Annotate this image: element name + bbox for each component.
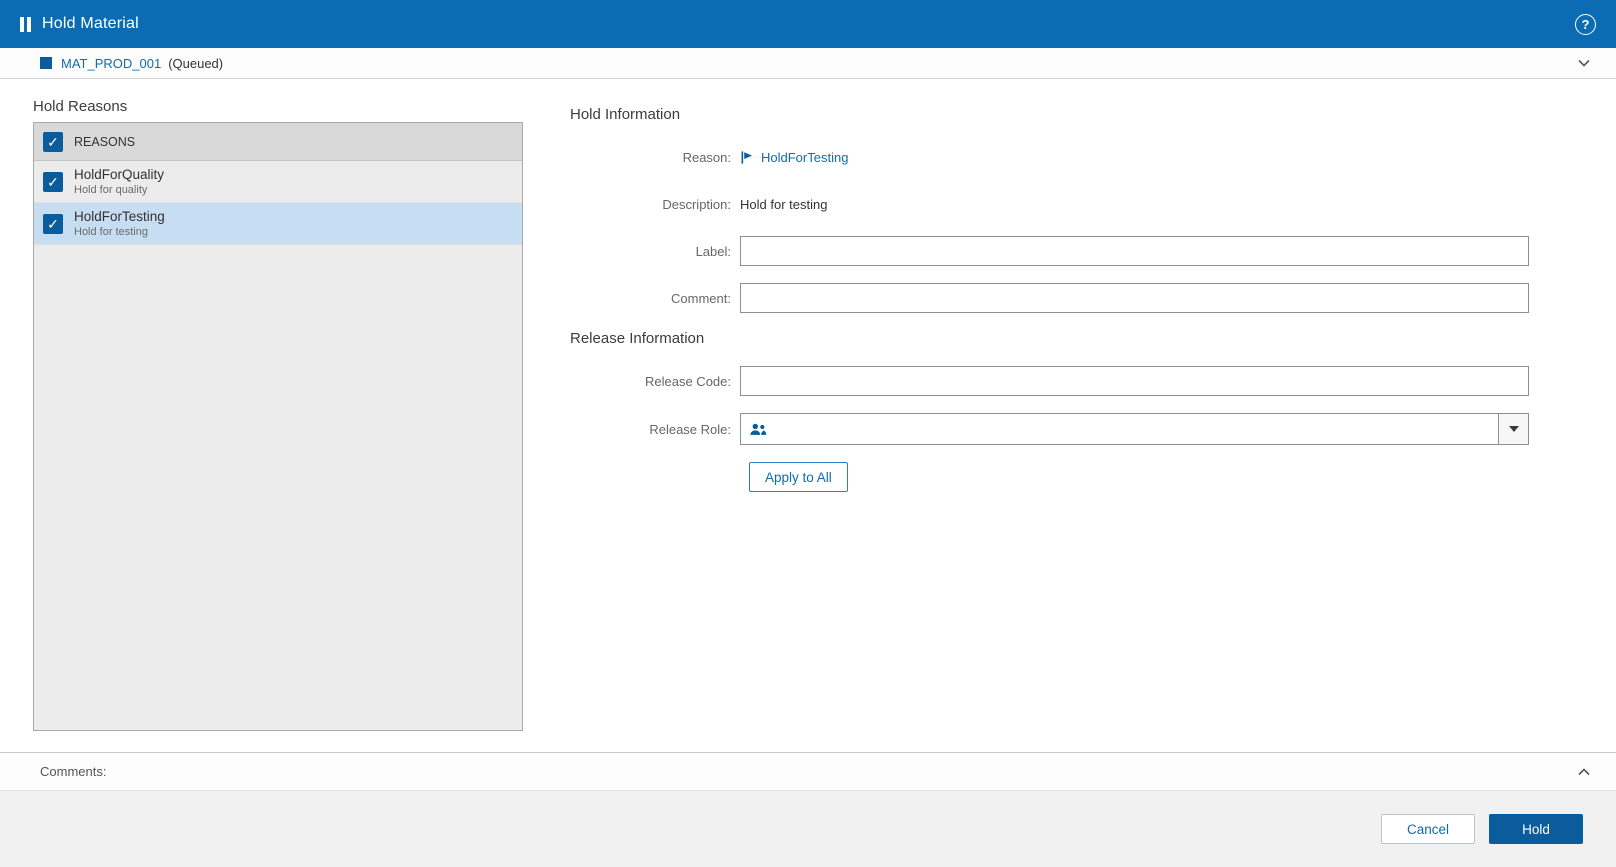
- hold-reasons-panel: Hold Reasons ✓ REASONS ✓ HoldForQuality …: [33, 79, 538, 752]
- reason-checkbox[interactable]: ✓: [43, 171, 63, 192]
- help-icon[interactable]: ?: [1575, 13, 1596, 35]
- release-role-label: Release Role:: [649, 421, 731, 437]
- comment-row: Comment:: [553, 283, 1616, 313]
- material-status: (Queued): [168, 55, 224, 71]
- comments-label: Comments:: [40, 764, 107, 779]
- material-context-bar: MAT_PROD_001 (Queued): [0, 48, 1616, 79]
- footer-action-bar: Cancel Hold: [0, 790, 1616, 867]
- reason-value-group: HoldForTesting: [740, 150, 848, 165]
- reason-label: Reason:: [682, 149, 731, 165]
- material-icon: [40, 57, 52, 69]
- release-role-field: [740, 413, 1529, 445]
- context-collapse-toggle[interactable]: [1576, 55, 1592, 71]
- comments-bar: Comments:: [0, 752, 1616, 790]
- reason-name: HoldForTesting: [74, 208, 165, 224]
- comment-input[interactable]: [740, 283, 1529, 313]
- people-icon: [749, 422, 767, 437]
- title-bar: Hold Material ?: [0, 0, 1616, 48]
- release-code-input[interactable]: [740, 366, 1529, 396]
- check-icon: ✓: [47, 173, 59, 190]
- reasons-list-header[interactable]: ✓ REASONS: [34, 123, 522, 161]
- description-value: Hold for testing: [740, 196, 828, 212]
- release-information-title: Release Information: [570, 330, 705, 347]
- flag-icon: [741, 150, 752, 164]
- hold-button[interactable]: Hold: [1489, 814, 1583, 844]
- hold-reasons-label: Hold Reasons: [33, 98, 128, 115]
- label-label: Label:: [695, 243, 731, 259]
- cancel-button[interactable]: Cancel: [1381, 814, 1475, 844]
- chevron-down-icon: [1578, 59, 1590, 67]
- check-icon: ✓: [47, 133, 59, 150]
- select-all-checkbox[interactable]: ✓: [43, 131, 63, 152]
- reason-description: Hold for quality: [74, 184, 148, 197]
- reason-name: HoldForQuality: [74, 166, 165, 182]
- description-label: Description:: [662, 196, 731, 212]
- page-title: Hold Material: [42, 15, 139, 32]
- reason-row-holdfortesting[interactable]: ✓ HoldForTesting Hold for testing: [34, 203, 522, 245]
- reason-row: Reason: HoldForTesting: [553, 142, 1616, 172]
- reason-description: Hold for testing: [74, 226, 148, 239]
- check-icon: ✓: [47, 215, 59, 232]
- reasons-list: ✓ REASONS ✓ HoldForQuality Hold for qual…: [33, 122, 523, 731]
- release-role-input[interactable]: [771, 414, 1498, 444]
- release-role-dropdown-button[interactable]: [1498, 414, 1528, 444]
- hold-details-panel: Hold Information Reason: HoldForTesting …: [538, 79, 1616, 752]
- reason-row-holdforquality[interactable]: ✓ HoldForQuality Hold for quality: [34, 161, 522, 203]
- reason-row-text: HoldForQuality Hold for quality: [74, 166, 164, 198]
- reason-row-text: HoldForTesting Hold for testing: [74, 208, 165, 240]
- label-input[interactable]: [740, 236, 1529, 266]
- comment-label: Comment:: [671, 290, 731, 306]
- help-glyph: ?: [1581, 16, 1590, 32]
- release-code-label: Release Code:: [645, 373, 731, 389]
- release-code-row: Release Code:: [553, 366, 1616, 396]
- chevron-up-icon: [1578, 767, 1590, 775]
- apply-row: Apply to All: [749, 462, 1616, 492]
- reason-value-link[interactable]: HoldForTesting: [761, 150, 848, 165]
- apply-to-all-button[interactable]: Apply to All: [749, 462, 848, 492]
- reason-checkbox[interactable]: ✓: [43, 213, 63, 234]
- reasons-header-label: REASONS: [74, 134, 136, 149]
- material-link[interactable]: MAT_PROD_001: [61, 56, 161, 71]
- release-role-row: Release Role:: [553, 413, 1616, 445]
- label-row: Label:: [553, 236, 1616, 266]
- hold-information-title: Hold Information: [570, 106, 681, 123]
- pause-icon: [20, 16, 31, 32]
- comments-collapse-toggle[interactable]: [1576, 764, 1592, 780]
- dropdown-arrow-icon: [1508, 426, 1519, 432]
- description-row: Description: Hold for testing: [553, 189, 1616, 219]
- hold-material-dialog: Hold Material ? MAT_PROD_001 (Queued) Ho…: [0, 0, 1616, 867]
- main-content: Hold Reasons ✓ REASONS ✓ HoldForQuality …: [0, 79, 1616, 752]
